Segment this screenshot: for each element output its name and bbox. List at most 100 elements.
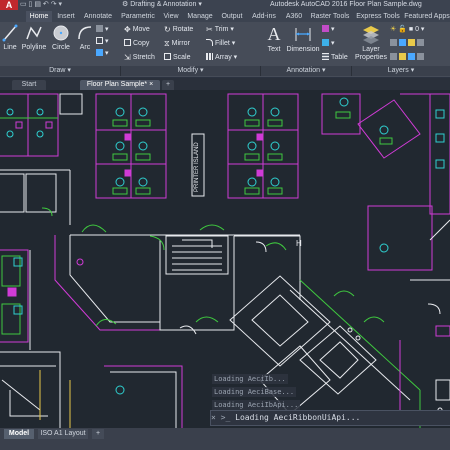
command-line-prompt-icon: >_ [220,413,231,422]
tab-express-tools[interactable]: Express Tools [354,11,402,22]
circle-label: Circle [52,44,70,51]
circle-icon [53,25,69,41]
autocad-logo[interactable]: A [0,0,18,10]
layout-tab-model[interactable]: Model [4,429,34,439]
table-tool[interactable]: Table [322,53,348,62]
copy-tool[interactable]: Copy [124,39,149,48]
copy-label: Copy [133,40,150,47]
polyline-label: Polyline [21,44,47,51]
svg-text:H: H [296,239,302,248]
circle-tool[interactable]: Circle [50,24,72,51]
command-history-line-3: Loading AeciIbApi... [212,400,301,410]
doc-tab-floor-plan-label: Floor Plan Sample* [86,81,148,88]
rotate-label: Rotate [172,26,194,33]
doc-tab-floor-plan[interactable]: Floor Plan Sample* × [80,80,160,90]
layout-tab-iso-a1[interactable]: ISO A1 Layout [38,429,88,439]
tab-a360[interactable]: A360 [282,11,306,22]
command-line-text: Loading AeciRibbonUiApi... [235,413,361,422]
rotate-tool[interactable]: ↻ Rotate [164,25,193,34]
window-title: Autodesk AutoCAD 2016 Floor Plan Sample.… [270,1,422,8]
tab-parametric[interactable]: Parametric [118,11,158,22]
stretch-icon: ⇲ [124,53,131,62]
fillet-tool[interactable]: Fillet ▾ [206,39,235,48]
tab-insert[interactable]: Insert [54,11,78,22]
layer-tools-row-1[interactable] [390,39,426,48]
new-doc-tab-button[interactable]: + [162,80,174,90]
draw-panel-label: Draw [49,67,66,74]
tab-raster-tools[interactable]: Raster Tools [308,11,352,22]
dimension-icon [295,28,311,41]
trim-icon: ✂ [206,25,213,34]
new-layout-button[interactable]: + [92,429,104,439]
layout-tab-bar: Model ISO A1 Layout + [0,428,450,450]
draw-extra-3[interactable]: ▾ [96,49,109,58]
document-tab-bar: Start Floor Plan Sample* × + [0,78,450,90]
tab-output[interactable]: Output [218,11,246,22]
layer-dropdown[interactable]: ☀ 🔓 ■ 0 ▾ [390,25,424,34]
layers-icon [363,26,379,44]
drawing-canvas[interactable]: H PRINTER ISLAND Loading AeciIb... Loadi… [0,90,450,428]
workspace-switcher[interactable]: ⚙ Drafting & Annotation ▾ [122,0,202,10]
arc-icon [78,26,92,40]
annotation-extra-2[interactable]: ▾ [322,39,335,48]
annotation-extra-1[interactable]: ▾ [322,25,335,34]
tab-home[interactable]: Home [26,11,52,22]
draw-panel-footer[interactable]: Draw ▾ [0,66,121,76]
move-icon: ✥ [124,25,131,34]
trim-tool[interactable]: ✂ Trim ▾ [206,25,234,34]
polyline-icon [26,26,42,40]
arc-tool[interactable]: Arc [76,24,94,51]
close-icon[interactable]: × [149,81,153,88]
layer-properties-tool[interactable]: Layer Properties [354,24,388,62]
dimension-label: Dimension [286,46,320,53]
array-tool[interactable]: Array ▾ [206,53,237,62]
command-line-close-icon[interactable]: × [211,413,216,422]
stretch-label: Stretch [132,54,155,61]
layer-tools-row-2[interactable] [390,53,426,62]
quick-access-toolbar[interactable]: ▭ ▯ ▤ ↶ ↷ ▾ [20,0,62,10]
layers-panel-label: Layers [387,67,409,74]
scale-label: Scale [173,54,191,61]
modify-panel-label: Modify [177,67,199,74]
line-icon [2,24,18,42]
dimension-tool[interactable]: Dimension [286,24,320,53]
table-icon [322,53,329,60]
fillet-icon [206,39,213,46]
command-history-line-2: Loading AeciBase... [212,387,297,397]
polyline-tool[interactable]: Polyline [20,24,48,51]
line-tool[interactable]: Line [2,24,18,51]
scale-tool[interactable]: Scale [164,53,191,62]
layer-properties-label: Layer Properties [355,46,387,61]
mirror-tool[interactable]: ⧖ Mirror [164,39,190,48]
draw-extra-1[interactable]: ▾ [96,25,109,34]
text-tool[interactable]: A Text [264,24,284,53]
ribbon: Line Polyline Circle Arc ▾ ▾ ▾ ✥ Move ↻ Ro… [0,22,450,77]
fillet-label: Fillet [215,40,230,47]
annotation-panel-footer[interactable]: Annotation ▾ [261,66,352,76]
draw-extra-2[interactable]: ▾ [96,37,109,46]
command-line[interactable]: × >_ Loading AeciRibbonUiApi... [210,410,450,426]
text-label: Text [267,46,281,53]
tab-view[interactable]: View [160,11,182,22]
tab-featured-apps[interactable]: Featured Apps [404,11,450,22]
mirror-icon: ⧖ [164,39,170,48]
ribbon-tab-bar: Home Insert Annotate Parametric View Man… [0,10,450,22]
modify-panel-footer[interactable]: Modify ▾ [121,66,261,76]
tab-add-ins[interactable]: Add-ins [248,11,280,22]
tab-annotate[interactable]: Annotate [80,11,116,22]
move-tool[interactable]: ✥ Move [124,25,150,34]
title-bar: A ▭ ▯ ▤ ↶ ↷ ▾ ⚙ Drafting & Annotation ▾ … [0,0,450,10]
text-icon: A [268,24,281,44]
array-icon [206,53,213,60]
table-label: Table [331,54,348,61]
doc-tab-start[interactable]: Start [12,80,46,90]
command-history-line-1: Loading AeciIb... [212,374,288,384]
trim-label: Trim [214,26,229,33]
layers-panel-footer[interactable]: Layers ▾ [352,66,450,76]
stretch-tool[interactable]: ⇲ Stretch [124,53,155,62]
arc-label: Arc [79,44,91,51]
tab-manage[interactable]: Manage [184,11,216,22]
printer-island-label: PRINTER ISLAND [194,142,200,192]
move-label: Move [132,26,150,33]
annotation-panel-label: Annotation [286,67,320,74]
